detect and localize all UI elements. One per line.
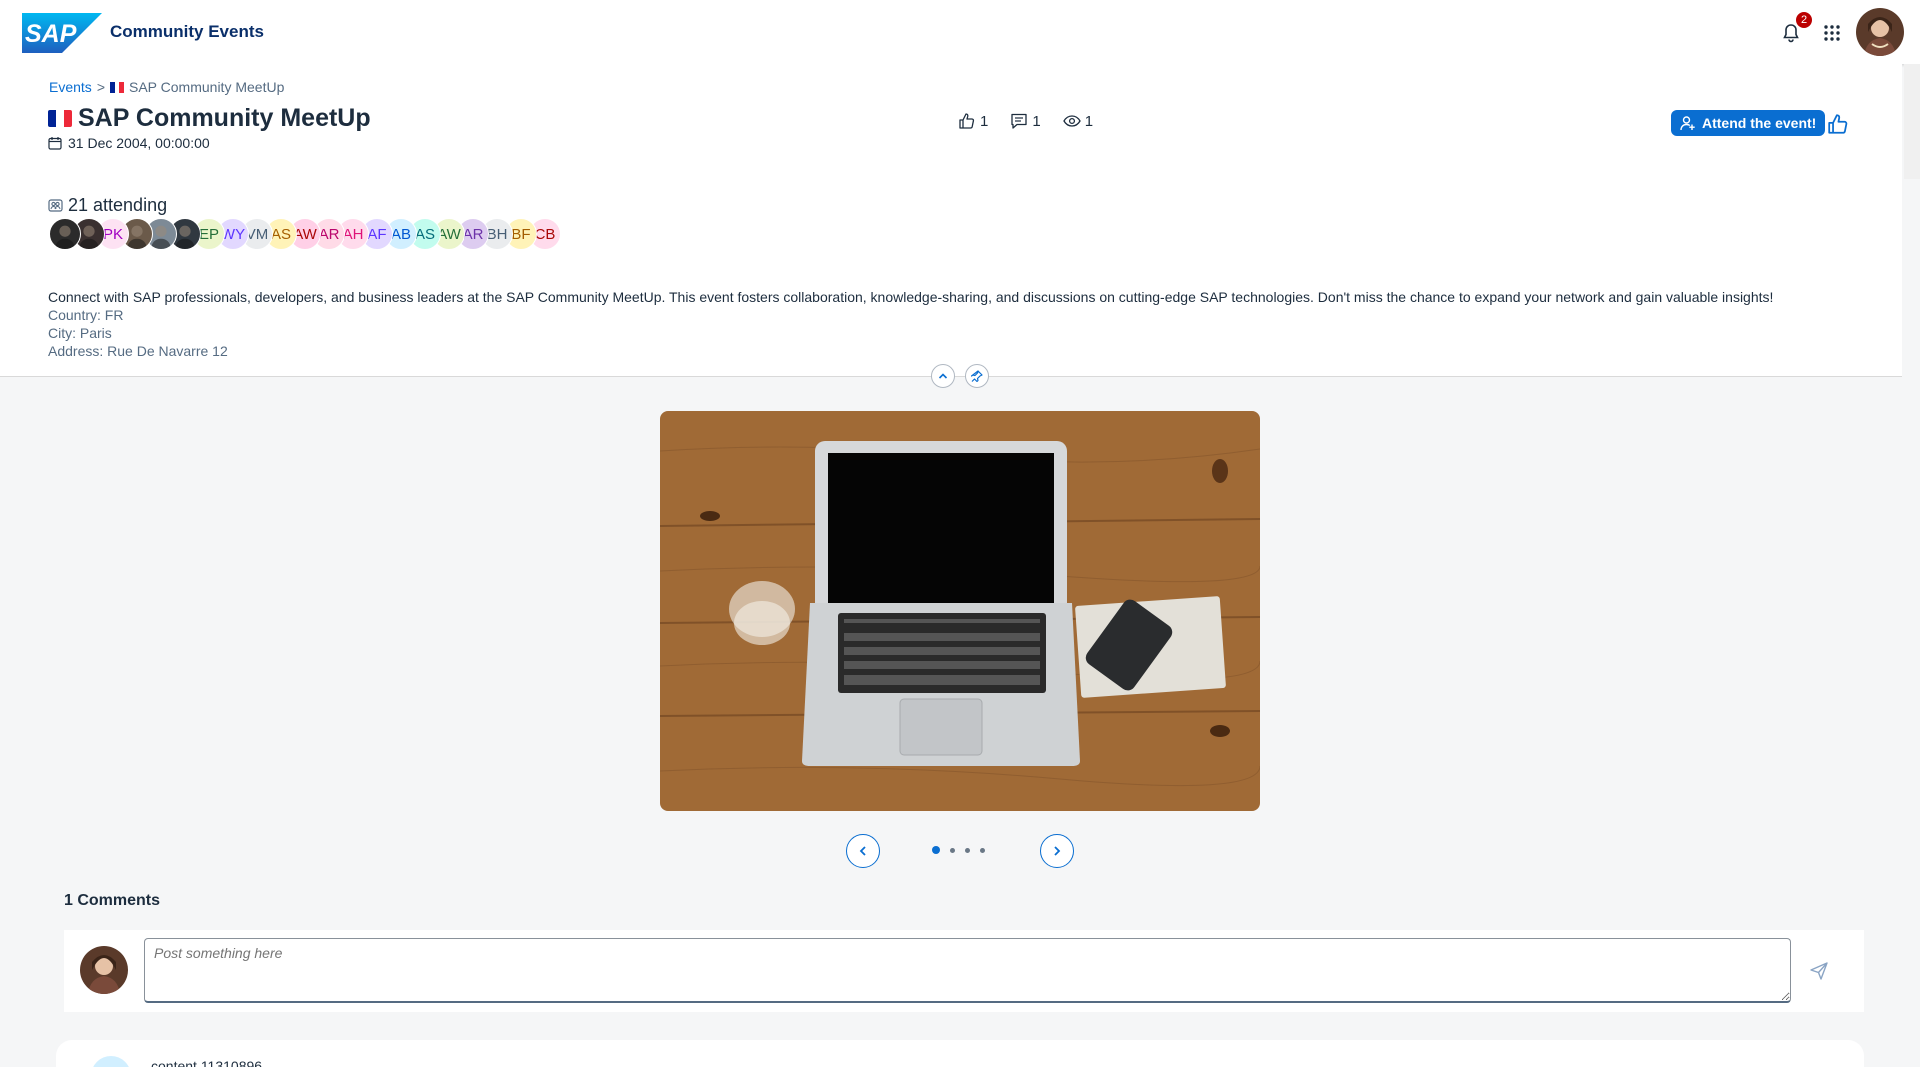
comment-author-avatar — [91, 1056, 131, 1067]
group-icon — [48, 199, 63, 212]
event-header: Events > SAP Community MeetUp SAP Commun… — [0, 64, 1902, 377]
page-title: SAP Community MeetUp — [48, 104, 371, 133]
breadcrumb-current: SAP Community MeetUp — [129, 79, 285, 95]
event-country: Country: FR — [48, 307, 124, 323]
pin-header-button[interactable] — [965, 364, 989, 388]
likes-count: 1 — [980, 112, 989, 130]
event-city: City: Paris — [48, 325, 112, 341]
comments-count: 1 — [1032, 112, 1041, 130]
current-user-avatar — [80, 946, 128, 994]
likes-stat[interactable]: 1 — [958, 112, 988, 130]
svg-text:SAP: SAP — [25, 20, 77, 48]
send-icon[interactable] — [1809, 961, 1829, 981]
attending-label: 21 attending — [68, 195, 168, 215]
attend-event-button[interactable]: Attend the event! — [1671, 110, 1826, 136]
breadcrumb: Events > SAP Community MeetUp — [49, 79, 284, 95]
carousel-image — [660, 411, 1260, 811]
attend-event-label: Attend the event! — [1702, 115, 1817, 131]
comment-icon — [1011, 113, 1027, 129]
event-stats: 1 1 1 — [958, 112, 1093, 130]
user-avatar[interactable] — [1856, 8, 1904, 56]
event-date: 31 Dec 2004, 00:00:00 — [48, 135, 210, 151]
comment-item: content 11310896 — [56, 1040, 1864, 1067]
notification-badge: 2 — [1796, 12, 1812, 28]
france-flag-icon — [48, 110, 72, 127]
chevron-left-icon — [859, 846, 866, 856]
eye-icon — [1062, 115, 1081, 127]
shell-bar: SAP Community Events 2 — [0, 0, 1920, 64]
carousel-page-indicator — [932, 846, 985, 854]
views-count: 1 — [1084, 112, 1094, 130]
app-launcher-grid-icon[interactable] — [1823, 24, 1841, 42]
comment-input[interactable] — [144, 938, 1791, 1003]
event-description: Connect with SAP professionals, develope… — [48, 289, 1774, 305]
breadcrumb-separator: > — [96, 79, 105, 95]
views-stat[interactable]: 1 — [1062, 112, 1094, 130]
calendar-icon — [48, 137, 62, 150]
thumbs-up-icon — [959, 113, 975, 129]
pin-icon — [971, 370, 983, 382]
event-date-text: 31 Dec 2004, 00:00:00 — [68, 135, 210, 151]
header-controls — [931, 364, 989, 388]
like-event-icon[interactable] — [1827, 113, 1849, 135]
sap-logo[interactable]: SAP — [22, 13, 102, 53]
event-address: Address: Rue De Navarre 12 — [48, 343, 228, 359]
comments-stat[interactable]: 1 — [1010, 112, 1041, 130]
app-title[interactable]: Community Events — [110, 22, 264, 42]
attending-count: 21 attending — [48, 195, 167, 216]
france-flag-icon — [110, 81, 125, 93]
add-person-icon — [1680, 116, 1695, 131]
collapse-header-button[interactable] — [931, 364, 955, 388]
comment-composer — [64, 930, 1864, 1012]
chevron-up-icon — [938, 373, 948, 379]
comments-title: 1 Comments — [64, 892, 161, 909]
carousel-next-button[interactable] — [1040, 834, 1074, 868]
comment-text: content 11310896 — [151, 1058, 263, 1067]
carousel-dot[interactable] — [965, 847, 970, 853]
header-scrollbar[interactable] — [1904, 64, 1920, 179]
breadcrumb-events-link[interactable]: Events — [49, 79, 92, 95]
carousel-dot[interactable] — [932, 846, 940, 854]
carousel-dot[interactable] — [980, 847, 985, 853]
event-title: SAP Community MeetUp — [78, 104, 371, 132]
attendee-photo-avatar[interactable] — [49, 218, 81, 250]
chevron-right-icon — [1054, 846, 1061, 856]
carousel-dot[interactable] — [950, 847, 955, 853]
carousel-prev-button[interactable] — [846, 834, 880, 868]
